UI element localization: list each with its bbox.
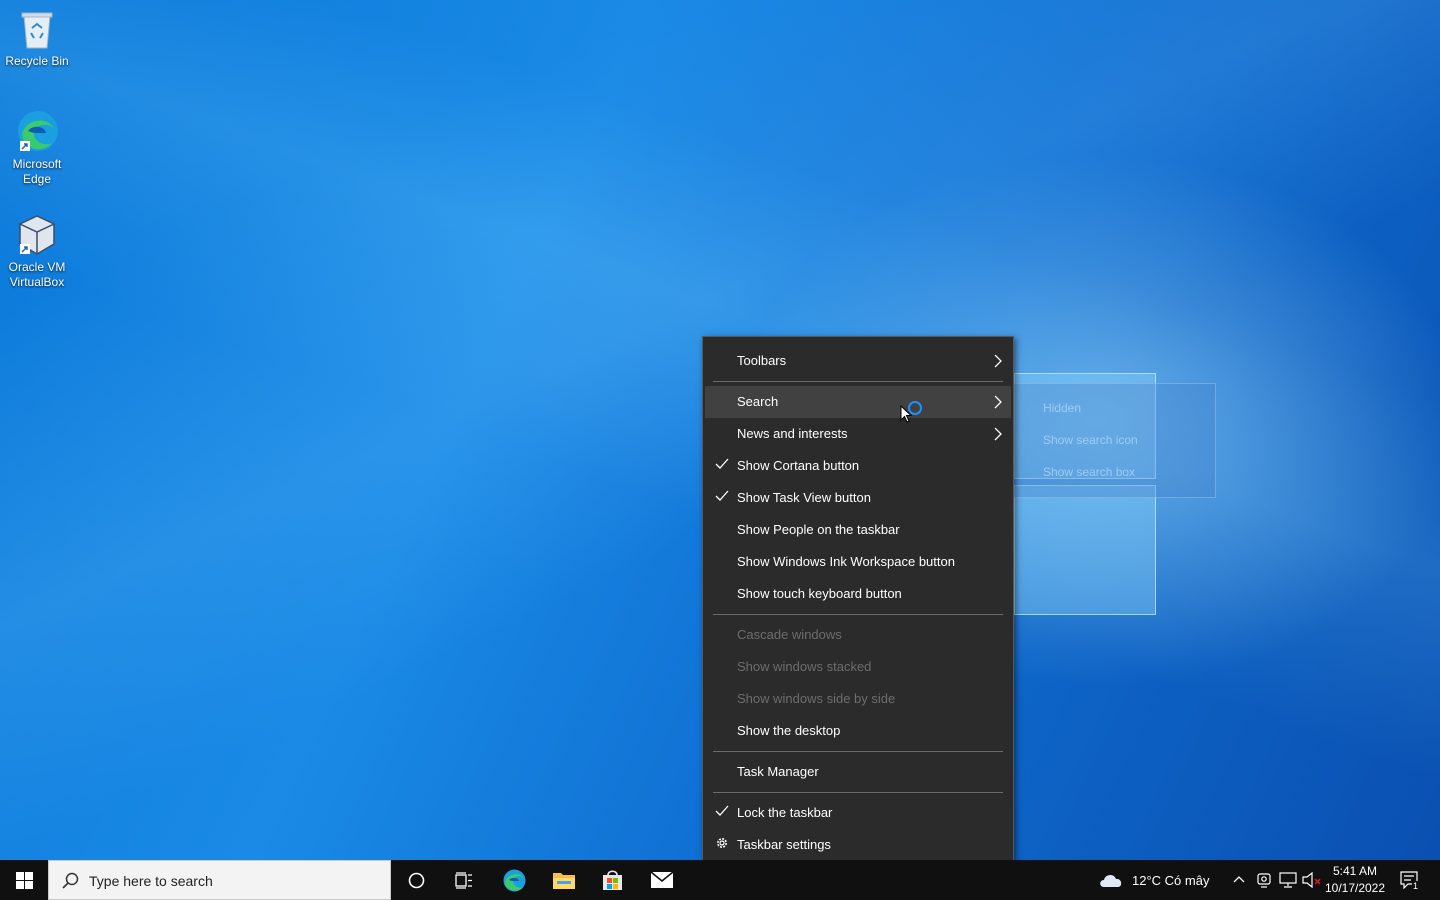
menu-item-label: Show Task View button (737, 490, 871, 505)
menu-item-search[interactable]: Search (705, 386, 1011, 418)
chevron-right-icon (994, 395, 1002, 409)
menu-item-lock-taskbar[interactable]: Lock the taskbar (705, 797, 1011, 829)
search-placeholder: Type here to search (89, 873, 213, 889)
clock-date: 10/17/2022 (1324, 881, 1386, 895)
chevron-up-icon (1233, 876, 1245, 883)
submenu-item-show-search-icon[interactable]: Show search icon (1043, 433, 1138, 447)
menu-item-show-cortana-button[interactable]: Show Cortana button (705, 450, 1011, 482)
menu-separator (713, 381, 1003, 382)
menu-item-toolbars[interactable]: Toolbars (705, 345, 1011, 377)
windows-logo-icon (16, 872, 33, 889)
notification-count-badge: 1 (1412, 881, 1420, 891)
menu-item-show-windows-stacked: Show windows stacked (705, 651, 1011, 683)
submenu-item-hidden[interactable]: Hidden (1043, 401, 1081, 415)
menu-item-show-desktop[interactable]: Show the desktop (705, 715, 1011, 747)
menu-item-cascade-windows: Cascade windows (705, 619, 1011, 651)
menu-item-label: News and interests (737, 426, 848, 441)
menu-item-show-task-view-button[interactable]: Show Task View button (705, 482, 1011, 514)
webcam-icon (1257, 873, 1271, 888)
menu-item-label: Show the desktop (737, 723, 841, 738)
action-center-button[interactable]: 1 (1394, 860, 1430, 900)
mail-button[interactable] (638, 860, 686, 900)
menu-item-show-touch-keyboard[interactable]: Show touch keyboard button (705, 578, 1011, 610)
search-icon (62, 872, 79, 889)
menu-item-label: Show windows side by side (737, 691, 896, 706)
recycle-bin-icon (14, 6, 60, 52)
menu-item-label: Toolbars (737, 353, 787, 368)
taskbar-edge-button[interactable] (490, 860, 538, 900)
cloud-icon (1100, 874, 1122, 887)
taskbar: Type here to search 12°C Có mây 5:41 AM … (0, 860, 1440, 900)
search-submenu: Hidden Show search icon Show search box (1012, 383, 1216, 498)
mail-icon (650, 871, 674, 888)
weather-text: 12°C Có mây (1132, 873, 1210, 888)
menu-item-news-and-interests[interactable]: News and interests (705, 418, 1011, 450)
menu-item-label: Lock the taskbar (737, 805, 833, 820)
taskbar-search-box[interactable]: Type here to search (48, 860, 391, 900)
mouse-cursor-icon (900, 405, 912, 423)
gear-icon (717, 838, 727, 848)
show-hidden-icons-button[interactable] (1230, 860, 1248, 900)
clock-time: 5:41 AM (1332, 864, 1378, 878)
menu-item-show-people[interactable]: Show People on the taskbar (705, 514, 1011, 546)
submenu-item-show-search-box[interactable]: Show search box (1043, 465, 1135, 479)
menu-separator (713, 751, 1003, 752)
menu-item-label: Search (737, 394, 779, 409)
desktop-icon-label: Microsoft Edge (12, 157, 62, 186)
taskbar-context-menu: Toolbars Search News and interests Show … (702, 336, 1014, 870)
file-explorer-button[interactable] (540, 860, 588, 900)
menu-item-label: Show Windows Ink Workspace button (737, 554, 955, 569)
menu-item-label: Cascade windows (737, 627, 842, 642)
menu-item-task-manager[interactable]: Task Manager (705, 756, 1011, 788)
desktop-icon-virtualbox[interactable]: Oracle VM VirtualBox (2, 206, 72, 290)
chevron-right-icon (994, 354, 1002, 368)
microsoft-store-button[interactable] (588, 860, 636, 900)
edge-icon (14, 109, 60, 155)
menu-item-label: Taskbar settings (737, 837, 831, 852)
desktop-icon-label: Recycle Bin (5, 54, 69, 68)
menu-item-label: Show windows stacked (737, 659, 872, 674)
start-button[interactable] (0, 860, 48, 900)
menu-item-taskbar-settings[interactable]: Taskbar settings (705, 829, 1011, 861)
checkmark-icon (715, 490, 729, 501)
menu-item-show-windows-side-by-side: Show windows side by side (705, 683, 1011, 715)
menu-item-label: Task Manager (737, 764, 819, 779)
menu-item-label: Show People on the taskbar (737, 522, 900, 537)
taskbar-clock[interactable]: 5:41 AM 10/17/2022 (1322, 863, 1388, 897)
chevron-right-icon (994, 427, 1002, 441)
desktop-icon-recycle-bin[interactable]: Recycle Bin (2, 0, 72, 69)
store-icon (603, 870, 622, 890)
desktop-icon-edge[interactable]: Microsoft Edge (2, 103, 72, 187)
checkmark-icon (715, 805, 729, 816)
folder-icon (553, 873, 575, 889)
cortana-icon (408, 872, 425, 889)
volume-button[interactable] (1301, 860, 1323, 900)
volume-muted-icon (1302, 872, 1321, 888)
cortana-button[interactable] (392, 860, 440, 900)
desktop-icon-label: Oracle VM VirtualBox (8, 260, 66, 289)
menu-separator (713, 614, 1003, 615)
meet-now-button[interactable] (1254, 860, 1274, 900)
network-icon (1279, 872, 1297, 888)
network-button[interactable] (1278, 860, 1298, 900)
edge-icon (503, 869, 526, 892)
menu-item-show-ink-workspace[interactable]: Show Windows Ink Workspace button (705, 546, 1011, 578)
virtualbox-icon (14, 212, 60, 258)
menu-item-label: Show touch keyboard button (737, 586, 902, 601)
menu-item-label: Show Cortana button (737, 458, 860, 473)
checkmark-icon (715, 458, 729, 469)
task-view-button[interactable] (440, 860, 488, 900)
weather-widget[interactable]: 12°C Có mây (1098, 860, 1223, 900)
task-view-icon (455, 872, 472, 889)
menu-separator (713, 792, 1003, 793)
